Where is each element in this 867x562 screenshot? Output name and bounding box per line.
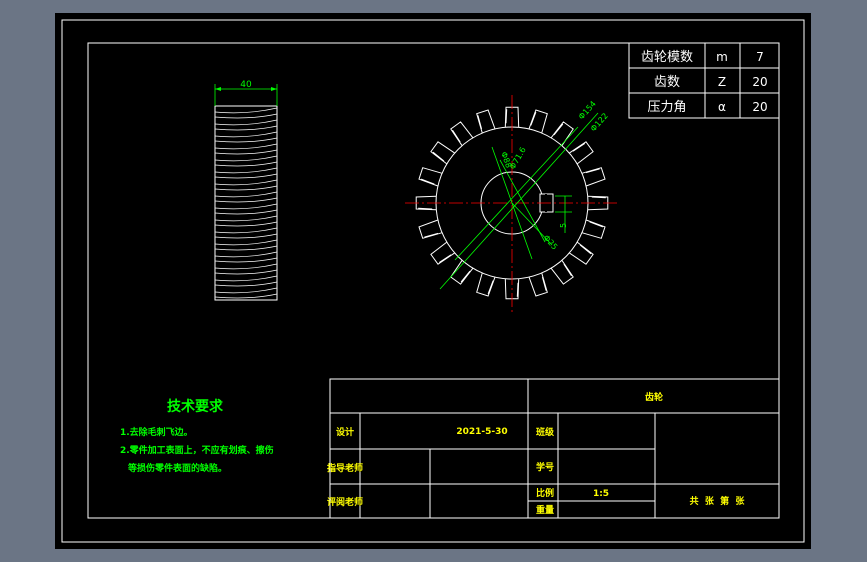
helix-line — [214, 143, 278, 155]
tech-req-item-3: 等损伤零件表面的缺陷。 — [127, 462, 227, 474]
helix-line — [214, 203, 278, 215]
param-symbol-pressure-angle: α — [718, 100, 726, 114]
param-name-pressure-angle: 压力角 — [647, 100, 686, 115]
helix-line — [214, 239, 278, 251]
helix-line — [214, 131, 278, 143]
drawing-sheet: 齿轮模数 m 7 齿数 Z 20 压力角 α 20 40 Φ154 Φ122 Φ… — [61, 19, 805, 543]
tech-req-title: 技术要求 — [167, 398, 224, 415]
helix-line — [214, 179, 278, 191]
param-name-teeth: 齿数 — [654, 75, 680, 90]
helix-line — [214, 287, 278, 299]
helix-line — [214, 155, 278, 167]
tech-req-item-1: 1.去除毛刺飞边。 — [120, 426, 193, 438]
helix-line — [214, 227, 278, 239]
scale-value: 1:5 — [593, 489, 609, 499]
param-value-module: 7 — [756, 50, 764, 64]
helix-line — [214, 263, 278, 275]
helix-line — [214, 275, 278, 287]
side-width-dim: 40 — [240, 80, 252, 90]
weight-label: 重量 — [536, 504, 554, 516]
gear-side-view — [214, 84, 278, 301]
design-date: 2021-5-30 — [456, 427, 507, 437]
dim-pitch-diameter: Φ122 — [589, 111, 610, 133]
helix-line — [214, 107, 278, 119]
param-value-teeth: 20 — [752, 75, 767, 89]
design-label: 设计 — [336, 426, 354, 438]
param-value-pressure-angle: 20 — [752, 100, 767, 114]
reviewer-label: 评阅老师 — [327, 496, 363, 508]
helix-line — [214, 215, 278, 227]
dim-keyway-depth: 5 — [559, 223, 568, 228]
helix-line — [214, 167, 278, 179]
scale-label: 比例 — [536, 487, 554, 499]
helix-line — [214, 251, 278, 263]
tech-req-item-2: 2.零件加工表面上，不应有划痕、擦伤 — [120, 444, 274, 456]
part-name: 齿轮 — [645, 391, 663, 403]
helix-line — [214, 191, 278, 203]
student-no-label: 学号 — [536, 461, 554, 473]
sheet-count: 共 张 第 张 — [690, 495, 746, 507]
helix-line — [214, 119, 278, 131]
cad-viewport: 齿轮模数 m 7 齿数 Z 20 压力角 α 20 40 Φ154 Φ122 Φ… — [0, 0, 867, 562]
param-name-module: 齿轮模数 — [641, 50, 693, 65]
param-symbol-module: m — [716, 50, 728, 64]
class-label: 班级 — [536, 426, 555, 438]
instructor-label: 指导老师 — [327, 462, 363, 474]
dim-bore-diameter: Φ25 — [542, 233, 560, 251]
param-symbol-teeth: Z — [718, 75, 726, 89]
dim-outer-diameter: Φ154 — [577, 99, 598, 121]
